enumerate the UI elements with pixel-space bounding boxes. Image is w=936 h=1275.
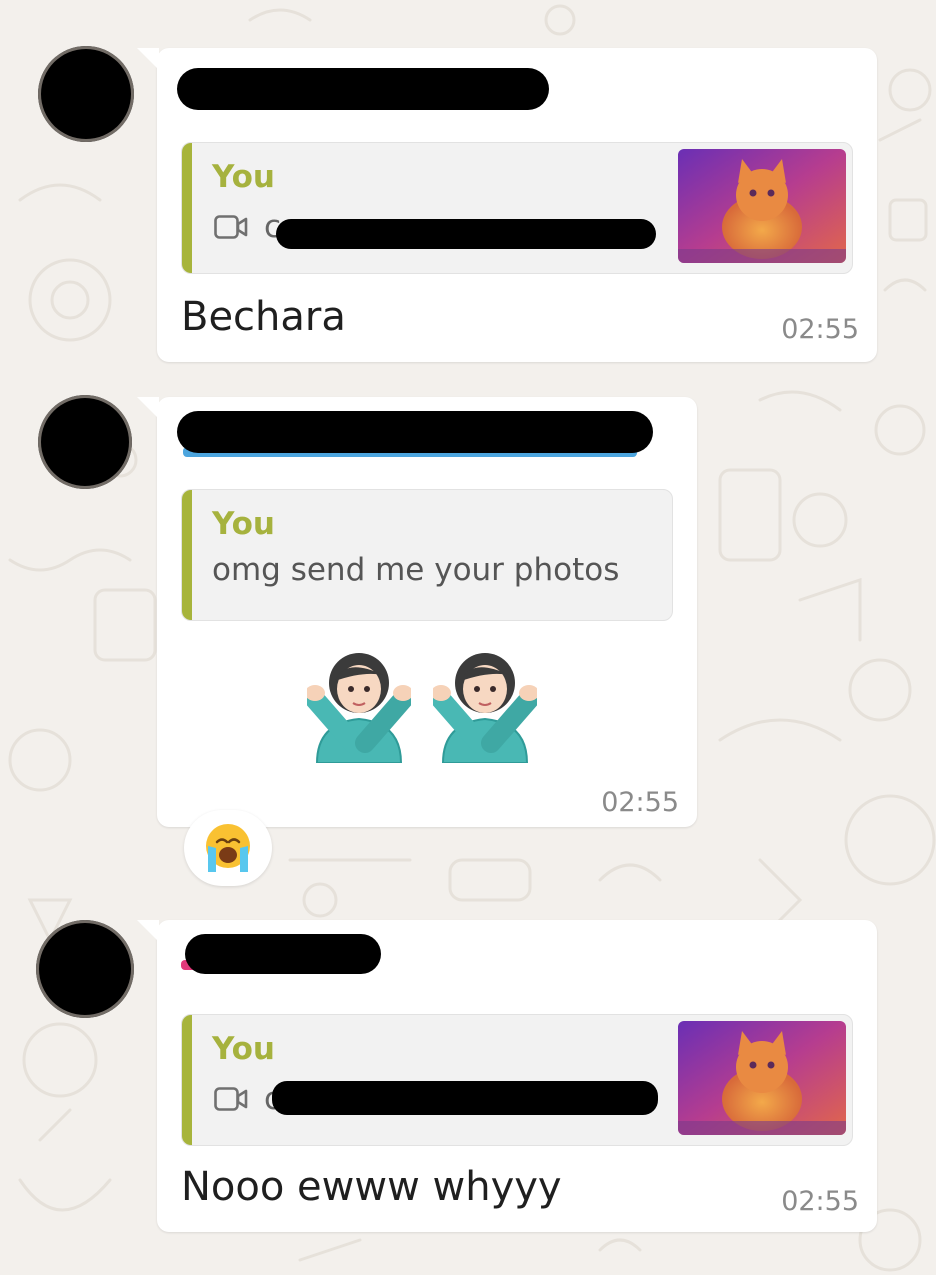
message-timestamp: 02:55 bbox=[781, 1186, 859, 1217]
quoted-message[interactable]: You c bbox=[181, 142, 853, 274]
video-camera-icon bbox=[214, 215, 248, 243]
quote-text: omg send me your photos bbox=[212, 552, 620, 588]
sender-name-redacted bbox=[185, 934, 381, 974]
loudly-crying-face-emoji bbox=[206, 824, 250, 872]
message-bubble[interactable]: You c bbox=[137, 48, 877, 362]
video-thumbnail[interactable] bbox=[678, 149, 846, 263]
video-thumbnail[interactable] bbox=[678, 1021, 846, 1135]
quote-caption-redacted bbox=[272, 1081, 658, 1115]
sender-name-redacted bbox=[177, 411, 653, 453]
message-bubble[interactable]: You c bbox=[137, 920, 877, 1232]
person-gesturing-no-emoji bbox=[433, 653, 537, 763]
message-text: Nooo ewww whyyy bbox=[181, 1164, 562, 1210]
sender-avatar[interactable] bbox=[38, 46, 134, 142]
person-gesturing-no-emoji bbox=[307, 653, 411, 763]
quote-accent-bar bbox=[182, 490, 192, 620]
message-reaction[interactable] bbox=[184, 810, 272, 886]
quote-author: You bbox=[212, 1031, 275, 1067]
bubble-tail bbox=[137, 920, 159, 942]
quote-accent-bar bbox=[182, 1015, 192, 1145]
video-camera-icon bbox=[214, 1087, 248, 1115]
quoted-message[interactable]: You c bbox=[181, 1014, 853, 1146]
emoji-message bbox=[307, 647, 537, 763]
quote-caption-redacted bbox=[276, 219, 656, 249]
quote-author: You bbox=[212, 159, 275, 195]
message-timestamp: 02:55 bbox=[781, 314, 859, 345]
message-timestamp: 02:55 bbox=[601, 787, 679, 818]
sender-name-redacted bbox=[177, 68, 549, 110]
sender-avatar[interactable] bbox=[38, 395, 132, 489]
quote-accent-bar bbox=[182, 143, 192, 273]
message-bubble[interactable]: You omg send me your photos 02:55 bbox=[137, 397, 697, 827]
bubble-tail bbox=[137, 397, 159, 419]
quoted-message[interactable]: You omg send me your photos bbox=[181, 489, 673, 621]
message-text: Bechara bbox=[181, 294, 346, 340]
sender-avatar[interactable] bbox=[36, 920, 134, 1018]
quote-author: You bbox=[212, 506, 275, 542]
bubble-tail bbox=[137, 48, 159, 70]
